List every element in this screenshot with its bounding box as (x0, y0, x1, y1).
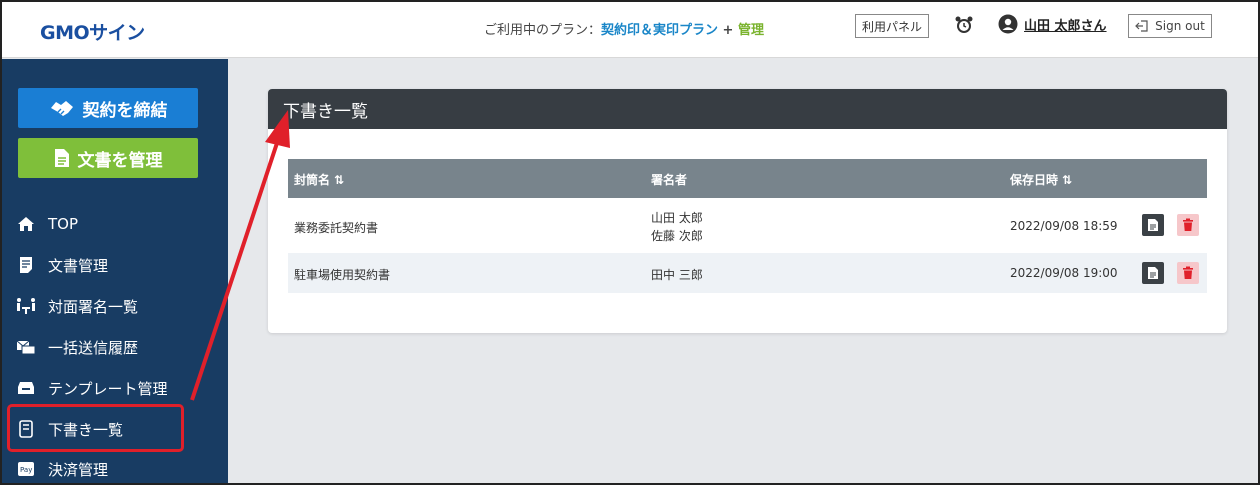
document-list-icon (16, 255, 36, 275)
plan-plus: + (718, 23, 738, 38)
drafts-card: 下書き一覧 封筒名 ⇅ 署名者 保存日時 ⇅ 業務委託契約書 山田 太郎 佐藤 … (268, 89, 1227, 333)
sign-out-label: Sign out (1155, 19, 1205, 33)
drafts-highlight-box (7, 404, 184, 452)
top-header: GMOサイン ご利用中のプラン：契約印＆実印プラン + 管理 利用パネル 山田 … (2, 2, 1258, 58)
sign-out-button[interactable]: Sign out (1128, 14, 1212, 38)
home-icon (16, 214, 36, 234)
plan-name: 契約印＆実印プラン (601, 23, 719, 38)
sidebar-item-payments[interactable]: Pay 決済管理 (16, 455, 108, 483)
column-envelope-name[interactable]: 封筒名 ⇅ (294, 171, 344, 188)
sign-out-icon (1135, 20, 1148, 32)
user-menu[interactable]: 山田 太郎さん (998, 14, 1107, 34)
sidebar-item-label: 一括送信履歴 (48, 338, 139, 357)
sidebar-item-face-to-face[interactable]: 対面署名一覧 (16, 292, 138, 320)
table-row[interactable]: 業務委託契約書 山田 太郎 佐藤 次郎 2022/09/08 18:59 (288, 198, 1207, 253)
gmo-sign-logo[interactable]: GMOサイン (40, 18, 145, 45)
signer-name: 田中 三郎 (651, 268, 703, 282)
page-title: 下書き一覧 (268, 89, 1227, 129)
open-document-icon[interactable] (1142, 262, 1164, 284)
alarm-clock-icon[interactable] (953, 14, 975, 36)
sidebar-item-label: 文書管理 (48, 256, 109, 275)
table-header: 封筒名 ⇅ 署名者 保存日時 ⇅ (288, 159, 1207, 198)
bulk-send-icon (16, 337, 36, 357)
sidebar-item-label: TOP (48, 215, 79, 233)
plan-prefix: ご利用中のプラン： (484, 23, 602, 38)
envelope-name[interactable]: 駐車場使用契約書 (294, 266, 390, 283)
table-row[interactable]: 駐車場使用契約書 田中 三郎 2022/09/08 19:00 (288, 253, 1207, 293)
saved-date: 2022/09/08 18:59 (1010, 219, 1118, 233)
drafts-table: 封筒名 ⇅ 署名者 保存日時 ⇅ 業務委託契約書 山田 太郎 佐藤 次郎 202… (288, 159, 1207, 293)
manage-documents-label: 文書を管理 (77, 150, 163, 171)
delete-draft-icon[interactable] (1177, 214, 1199, 236)
sidebar-item-label: テンプレート管理 (48, 379, 168, 398)
sidebar-item-documents[interactable]: 文書管理 (16, 251, 108, 279)
delete-draft-icon[interactable] (1177, 262, 1199, 284)
manage-documents-button[interactable]: 文書を管理 (18, 138, 198, 178)
sidebar-item-label: 決済管理 (48, 460, 109, 479)
sidebar-item-templates[interactable]: テンプレート管理 (16, 374, 168, 402)
envelope-name[interactable]: 業務委託契約書 (294, 219, 378, 236)
sidebar-item-label: 対面署名一覧 (48, 297, 139, 316)
template-icon (16, 378, 36, 398)
usage-panel-button[interactable]: 利用パネル (855, 14, 929, 38)
user-avatar-icon (998, 14, 1018, 34)
signer-name: 山田 太郎 (651, 211, 703, 225)
pay-icon: Pay (16, 459, 36, 479)
column-signer: 署名者 (651, 173, 688, 187)
signer-name: 佐藤 次郎 (651, 229, 703, 243)
sidebar: 契約を締結 文書を管理 TOP 文書管理 対面署名一覧 一括送信履歴 テンプレー… (2, 59, 228, 483)
open-document-icon[interactable] (1142, 214, 1164, 236)
column-saved-date[interactable]: 保存日時 ⇅ (1010, 171, 1072, 188)
sidebar-item-bulk-send[interactable]: 一括送信履歴 (16, 333, 138, 361)
face-to-face-icon (16, 296, 36, 316)
plan-admin: 管理 (737, 23, 764, 38)
app-window: GMOサイン ご利用中のプラン：契約印＆実印プラン + 管理 利用パネル 山田 … (0, 0, 1260, 485)
user-name-link[interactable]: 山田 太郎さん (1024, 15, 1107, 34)
sidebar-item-top[interactable]: TOP (16, 210, 78, 238)
sign-contract-button[interactable]: 契約を締結 (18, 88, 198, 128)
document-icon (54, 149, 69, 167)
saved-date: 2022/09/08 19:00 (1010, 266, 1118, 280)
sign-contract-label: 契約を締結 (82, 100, 168, 121)
svg-text:Pay: Pay (20, 466, 32, 474)
current-plan: ご利用中のプラン：契約印＆実印プラン + 管理 (484, 19, 764, 38)
handshake-icon (50, 101, 73, 116)
